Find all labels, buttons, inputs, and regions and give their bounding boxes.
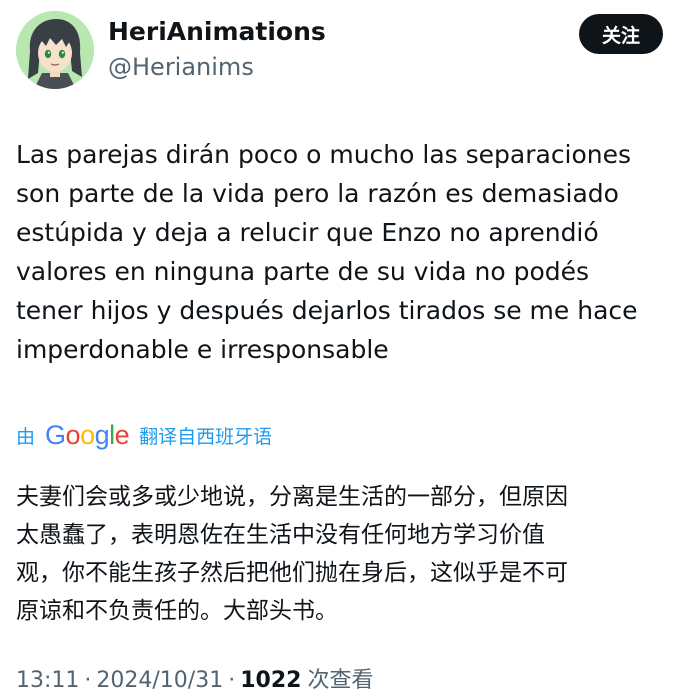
translated-text: 夫妻们会或多或少地说，分离是生活的一部分，但原因 太愚蠢了，表明恩佐在生活中没有… xyxy=(16,484,568,624)
tweet-date[interactable]: 2024/10/31 xyxy=(96,668,223,692)
avatar-illustration xyxy=(16,11,94,89)
tweet-header: HeriAnimations @Herianims 关注 xyxy=(0,0,690,100)
translation-attribution[interactable]: 由 Google 翻译自西班牙语 xyxy=(16,419,272,451)
tweet-meta: 13:11 · 2024/10/31 · 1022 次查看 xyxy=(16,662,373,692)
follow-button[interactable]: 关注 xyxy=(579,14,663,54)
tweet-page: HeriAnimations @Herianims 关注 Las parejas… xyxy=(0,0,690,692)
google-logo-letter: e xyxy=(114,419,130,450)
views-label: 次查看 xyxy=(307,668,374,692)
tweet-text: Las parejas dirán poco o mucho las separ… xyxy=(16,140,638,364)
google-logo-letter: o xyxy=(80,419,95,450)
google-logo-letter: G xyxy=(45,419,66,450)
google-logo-letter: o xyxy=(65,419,81,450)
meta-separator: · xyxy=(228,668,236,692)
meta-separator: · xyxy=(84,668,92,692)
display-name[interactable]: HeriAnimations xyxy=(108,17,326,46)
views-count: 1022 xyxy=(240,668,302,692)
tweet-time[interactable]: 13:11 xyxy=(16,668,79,692)
translation-prefix: 由 xyxy=(16,425,36,448)
google-logo: Google xyxy=(45,419,130,450)
google-logo-letter: g xyxy=(94,419,110,450)
user-handle[interactable]: @Herianims xyxy=(108,53,254,81)
avatar[interactable] xyxy=(16,11,94,89)
translation-source-language[interactable]: 翻译自西班牙语 xyxy=(139,422,272,449)
